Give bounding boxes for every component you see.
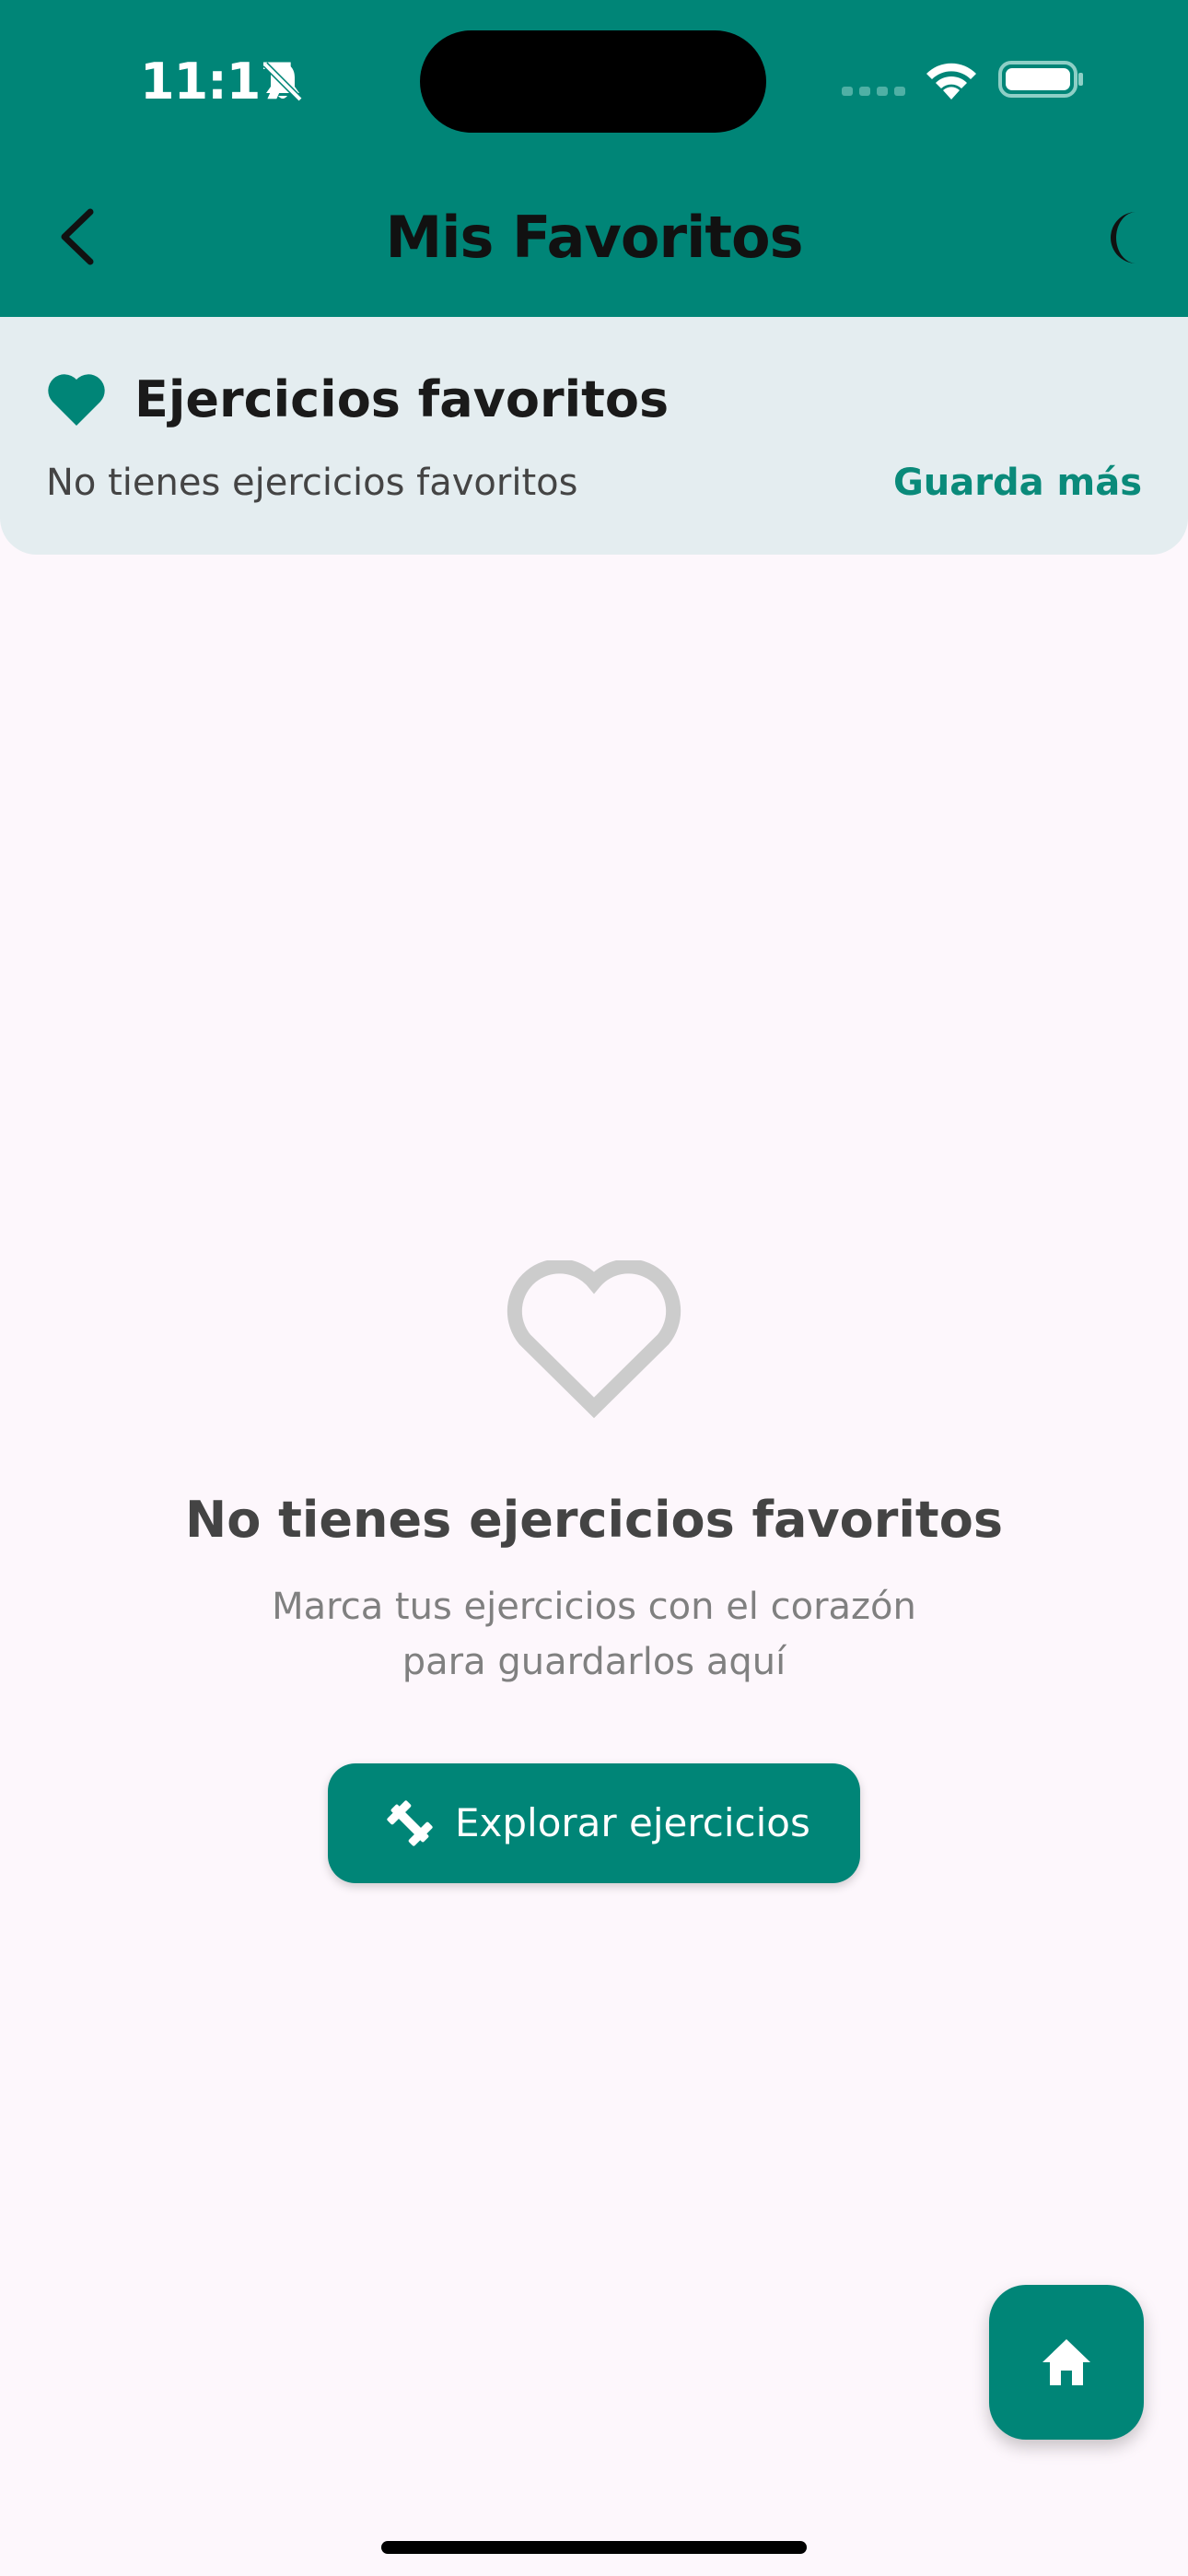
explore-exercises-button[interactable]: Explorar ejercicios [328,1763,860,1883]
moon-icon[interactable] [1096,208,1144,267]
home-icon [1042,2339,1090,2385]
favorites-card: Ejercicios favoritos No tienes ejercicio… [0,317,1188,555]
home-fab-button[interactable] [989,2285,1144,2440]
empty-state-title: No tienes ejercicios favoritos [185,1491,1003,1549]
dynamic-island [420,30,766,133]
save-more-link[interactable]: Guarda más [893,455,1142,510]
signal-icon [842,87,905,96]
home-indicator[interactable] [381,2541,807,2554]
app-bar: 11:17 Mis Favoritos [0,0,1188,317]
heart-outline-icon [507,1260,681,1419]
battery-icon [998,61,1083,98]
bell-slash-icon [262,62,303,102]
heart-icon [48,374,105,426]
explore-button-label: Explorar ejercicios [455,1800,810,1845]
dumbbell-icon [387,1800,433,1846]
empty-state-message: Marca tus ejercicios con el corazón para… [226,1579,962,1690]
empty-state-message-line2: para guardarlos aquí [402,1641,786,1683]
page-title: Mis Favoritos [385,204,804,271]
card-title: Ejercicios favoritos [134,370,670,428]
wifi-icon [926,63,976,100]
empty-state-message-line1: Marca tus ejercicios con el corazón [272,1586,916,1628]
card-subtitle: No tienes ejercicios favoritos [46,462,578,504]
